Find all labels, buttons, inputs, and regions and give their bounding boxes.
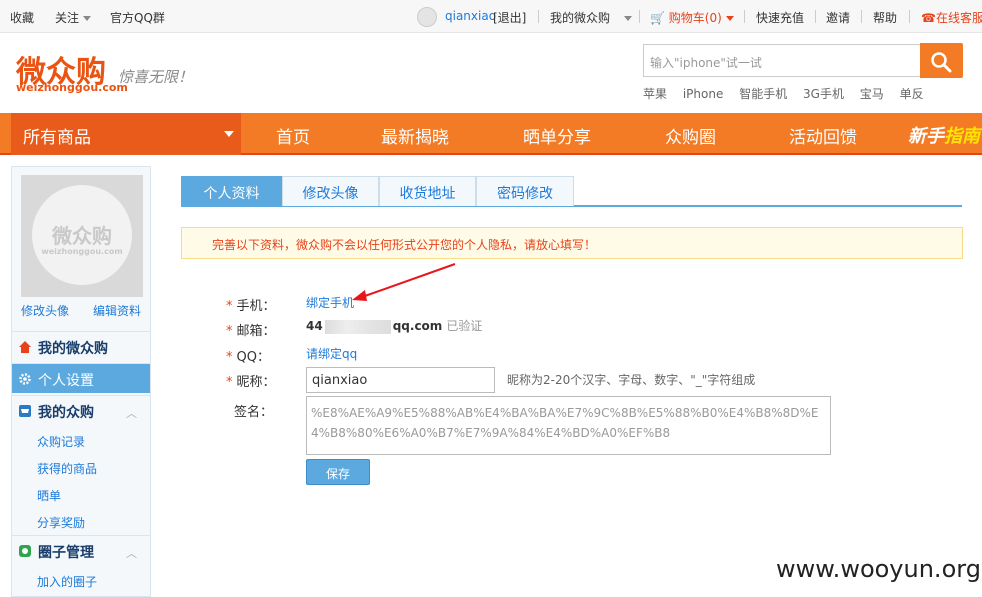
watermark: www.wooyun.org bbox=[776, 555, 981, 583]
annotation-arrow-icon bbox=[352, 263, 456, 301]
